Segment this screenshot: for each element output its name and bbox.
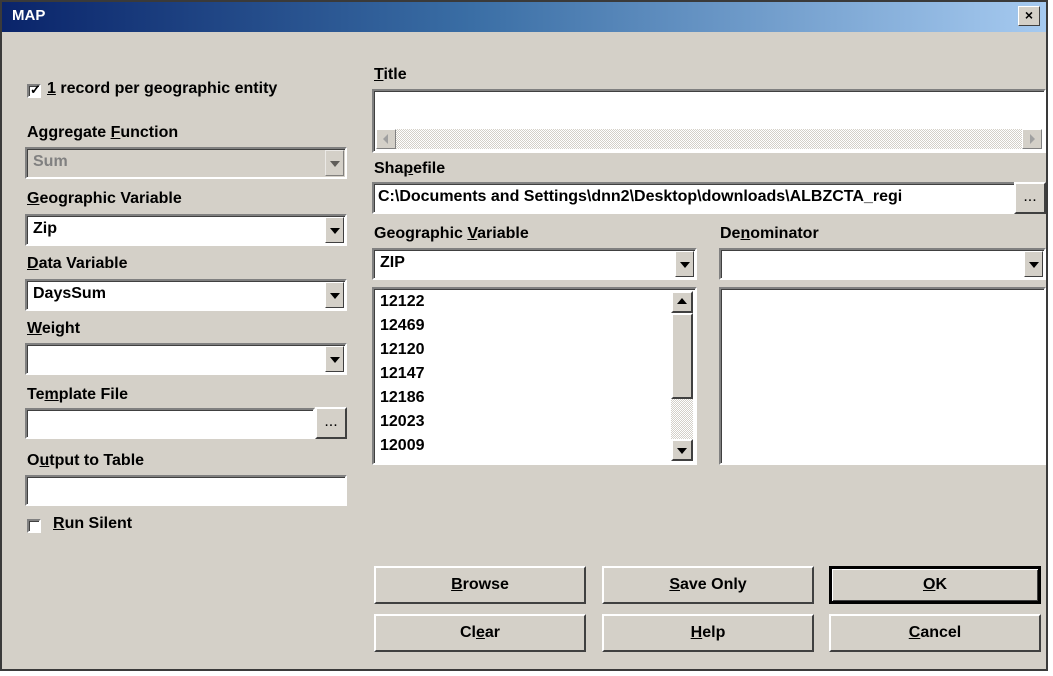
run-silent-label[interactable]: Run Silent bbox=[53, 515, 132, 533]
template-file-browse-button[interactable]: ... bbox=[315, 407, 347, 439]
weight-label: Weight bbox=[27, 320, 81, 337]
list-item[interactable]: 12186 bbox=[380, 389, 425, 407]
chevron-down-icon[interactable] bbox=[325, 150, 344, 176]
data-variable-select[interactable]: DaysSum bbox=[25, 279, 347, 311]
shapefile-input[interactable]: C:\Documents and Settings\dnn2\Desktop\d… bbox=[372, 182, 1016, 214]
save-only-button[interactable]: Save Only bbox=[602, 566, 814, 604]
scroll-left-icon[interactable] bbox=[376, 129, 396, 149]
cancel-button[interactable]: Cancel bbox=[829, 614, 1041, 652]
list-item[interactable]: 12147 bbox=[380, 365, 425, 383]
window-title: MAP bbox=[12, 7, 46, 24]
horizontal-scrollbar[interactable] bbox=[376, 129, 1042, 149]
scroll-thumb[interactable] bbox=[671, 313, 693, 399]
one-record-label[interactable]: 1 record per geographic entity bbox=[47, 80, 277, 98]
title-bar[interactable]: MAP × bbox=[2, 2, 1046, 32]
one-record-checkbox[interactable]: ✓ bbox=[27, 82, 41, 98]
shapefile-label: Shapefile bbox=[374, 160, 446, 177]
run-silent-checkbox[interactable] bbox=[27, 519, 41, 533]
help-button[interactable]: Help bbox=[602, 614, 814, 652]
denominator-label: Denominator bbox=[720, 225, 819, 242]
template-file-label: Template File bbox=[27, 386, 129, 403]
scroll-right-icon[interactable] bbox=[1022, 129, 1042, 149]
denominator-values-list[interactable] bbox=[719, 287, 1046, 465]
clear-button[interactable]: Clear bbox=[374, 614, 586, 652]
output-to-table-input[interactable] bbox=[25, 475, 347, 506]
right-geographic-variable-select[interactable]: ZIP bbox=[372, 248, 697, 280]
denominator-select[interactable] bbox=[719, 248, 1046, 280]
output-to-table-label: Output to Table bbox=[27, 452, 145, 469]
right-geographic-variable-label: Geographic Variable bbox=[374, 225, 529, 242]
list-item[interactable]: 12023 bbox=[380, 413, 425, 431]
aggregate-function-label: Aggregate Function bbox=[27, 124, 179, 141]
chevron-down-icon[interactable] bbox=[325, 282, 344, 308]
aggregate-function-select[interactable]: Sum bbox=[25, 147, 347, 179]
title-label: Title bbox=[374, 66, 407, 83]
chevron-down-icon[interactable] bbox=[675, 251, 694, 277]
scroll-up-icon[interactable] bbox=[671, 291, 693, 313]
data-variable-label: Data Variable bbox=[27, 255, 128, 272]
shapefile-browse-button[interactable]: ... bbox=[1014, 182, 1046, 214]
list-item[interactable]: 12122 bbox=[380, 293, 425, 311]
list-item[interactable]: 12469 bbox=[380, 317, 425, 335]
checkmark-icon: ✓ bbox=[30, 82, 41, 97]
chevron-down-icon[interactable] bbox=[1024, 251, 1043, 277]
geographic-variable-select[interactable]: Zip bbox=[25, 214, 347, 246]
ok-button[interactable]: OK bbox=[829, 566, 1041, 604]
scroll-down-icon[interactable] bbox=[671, 439, 693, 461]
weight-select[interactable] bbox=[25, 343, 347, 375]
geographic-values-list[interactable]: 12122 12469 12120 12147 12186 12023 12009 bbox=[372, 287, 697, 465]
list-item[interactable]: 12009 bbox=[380, 437, 425, 455]
geographic-variable-label: Geographic Variable bbox=[27, 190, 182, 207]
chevron-down-icon[interactable] bbox=[325, 217, 344, 243]
list-item[interactable]: 12120 bbox=[380, 341, 425, 359]
browse-button[interactable]: Browse bbox=[374, 566, 586, 604]
template-file-input[interactable] bbox=[25, 408, 315, 439]
chevron-down-icon[interactable] bbox=[325, 346, 344, 372]
title-textarea[interactable] bbox=[372, 89, 1046, 153]
vertical-scrollbar[interactable] bbox=[671, 291, 693, 461]
map-dialog: MAP × ✓ 1 record per geographic entity A… bbox=[0, 0, 1048, 671]
close-button[interactable]: × bbox=[1018, 6, 1040, 26]
